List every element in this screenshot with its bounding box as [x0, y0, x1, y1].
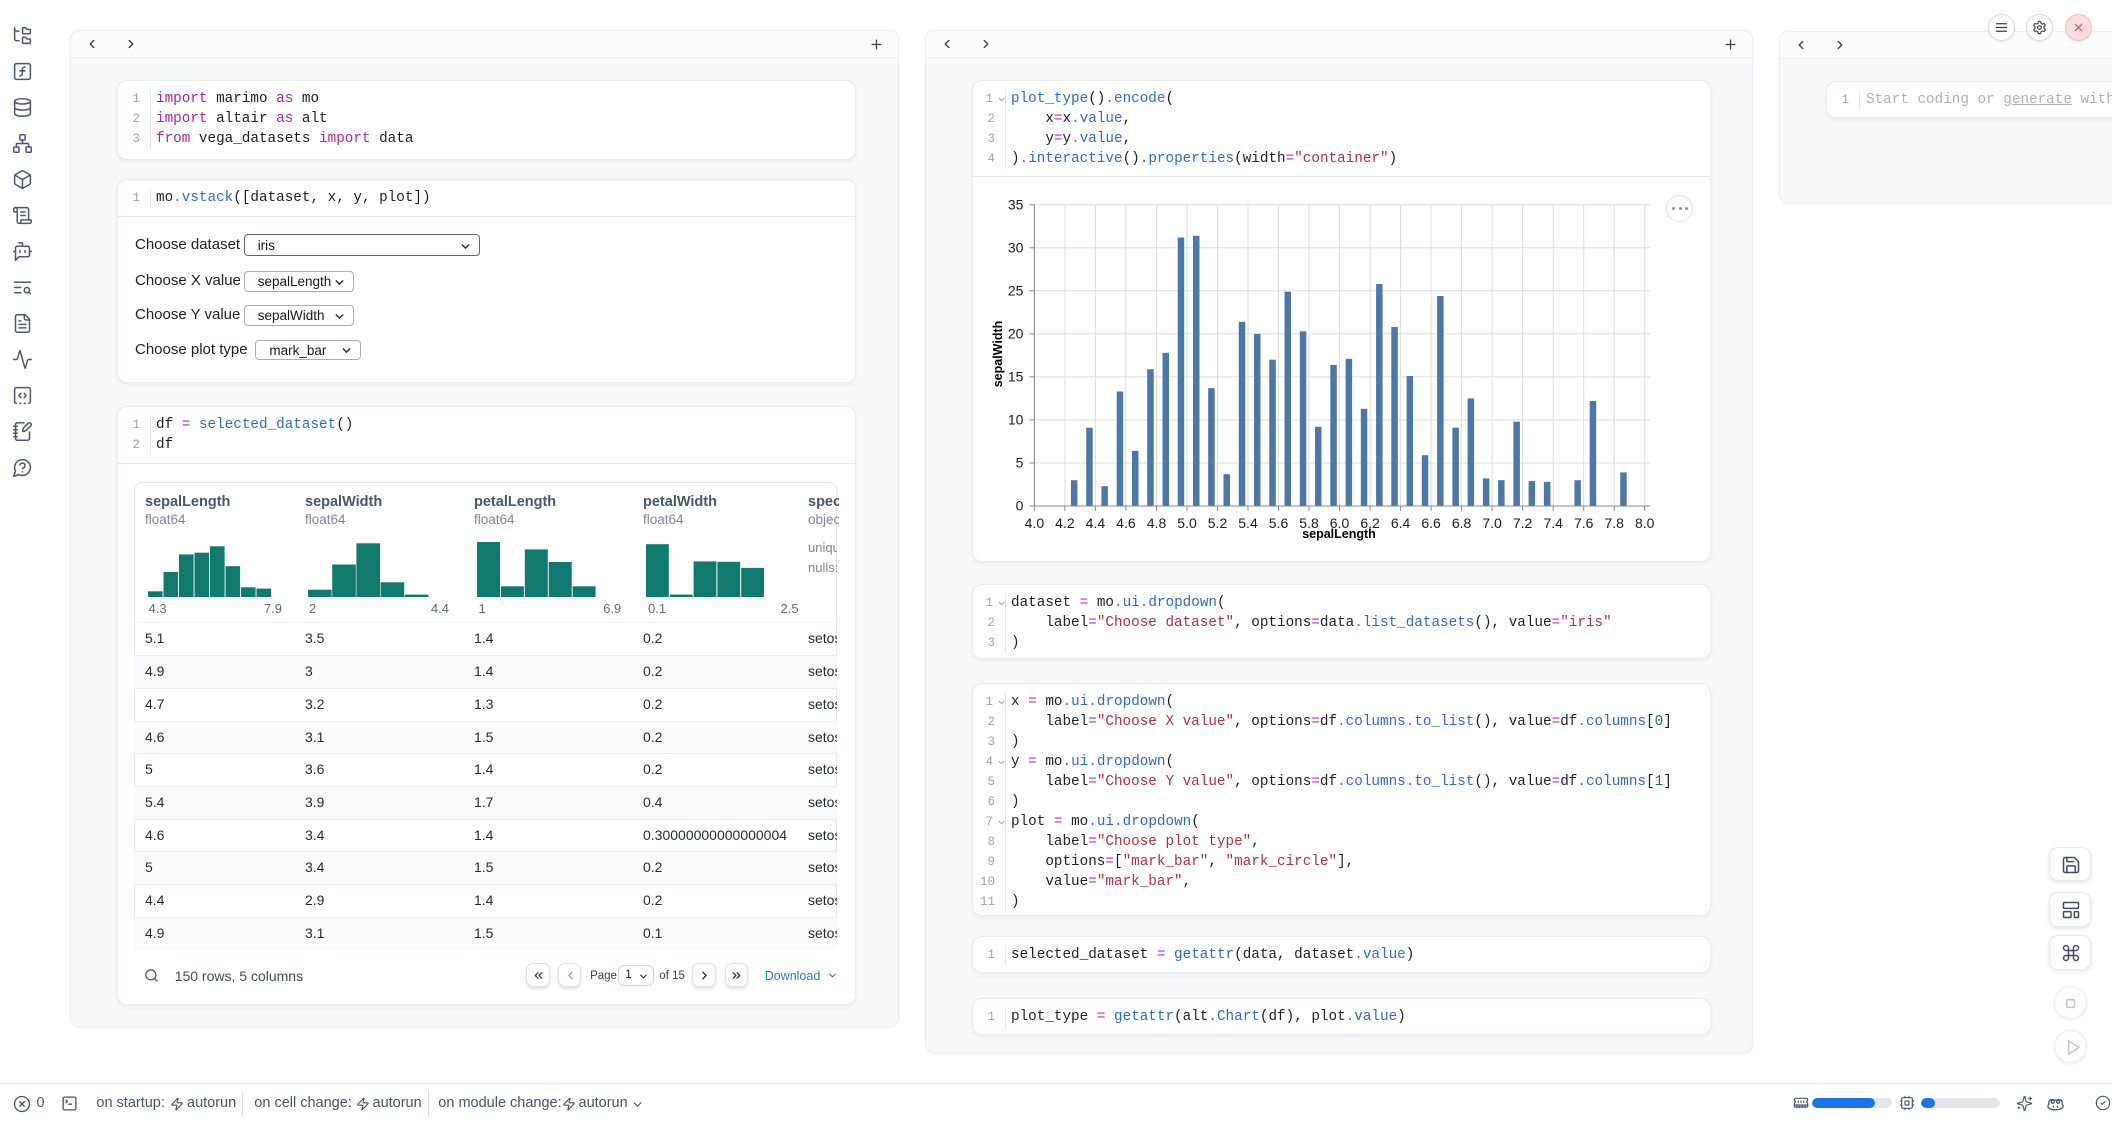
svg-text:5.0: 5.0: [1177, 515, 1197, 531]
svg-text:0: 0: [1016, 498, 1024, 514]
svg-text:5: 5: [1016, 455, 1024, 471]
svg-text:15: 15: [1008, 369, 1024, 385]
svg-text:20: 20: [1008, 326, 1024, 342]
svg-text:4.4: 4.4: [1086, 515, 1106, 531]
svg-text:6.4: 6.4: [1391, 515, 1411, 531]
svg-text:8.0: 8.0: [1635, 515, 1655, 531]
svg-text:10: 10: [1008, 412, 1024, 428]
svg-text:6.8: 6.8: [1452, 515, 1472, 531]
svg-text:6.6: 6.6: [1421, 515, 1441, 531]
svg-text:5.4: 5.4: [1238, 515, 1258, 531]
svg-text:5.2: 5.2: [1208, 515, 1228, 531]
svg-text:sepalLength: sepalLength: [1302, 527, 1376, 541]
svg-text:35: 35: [1008, 197, 1024, 213]
svg-text:30: 30: [1008, 240, 1024, 256]
svg-text:4.2: 4.2: [1055, 515, 1075, 531]
svg-text:4.0: 4.0: [1025, 515, 1045, 531]
svg-text:4.6: 4.6: [1116, 515, 1136, 531]
svg-text:7.0: 7.0: [1482, 515, 1502, 531]
svg-text:7.4: 7.4: [1543, 515, 1563, 531]
svg-text:7.8: 7.8: [1604, 515, 1624, 531]
svg-text:7.6: 7.6: [1574, 515, 1594, 531]
svg-text:7.2: 7.2: [1513, 515, 1533, 531]
svg-text:25: 25: [1008, 283, 1024, 299]
svg-text:4.8: 4.8: [1147, 515, 1167, 531]
svg-text:5.6: 5.6: [1269, 515, 1289, 531]
svg-text:sepalWidth: sepalWidth: [991, 321, 1005, 388]
